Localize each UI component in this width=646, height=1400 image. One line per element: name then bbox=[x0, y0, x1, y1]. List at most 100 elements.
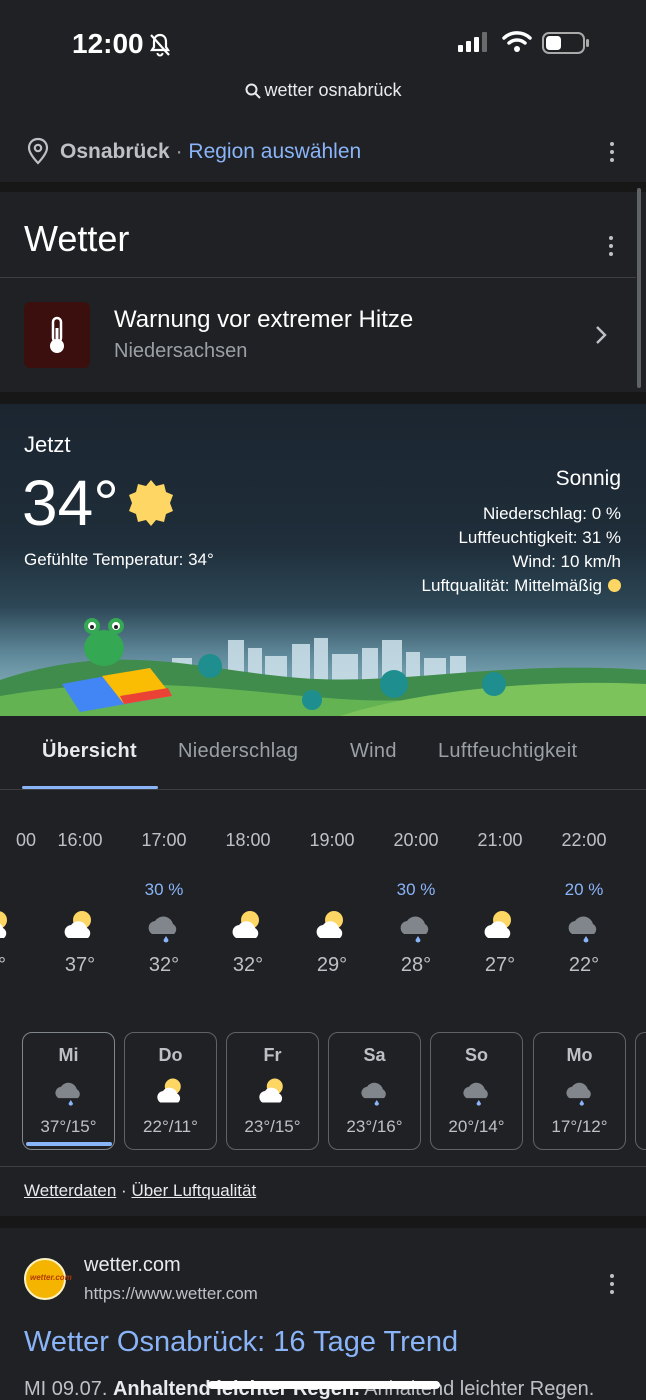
status-bar: 12:00 bbox=[0, 0, 646, 80]
search-query-bar[interactable]: wetter osnabrück bbox=[0, 80, 646, 101]
day-name: Do bbox=[158, 1045, 183, 1065]
section-divider bbox=[0, 1216, 646, 1228]
partly-sunny-icon bbox=[0, 911, 7, 938]
hour-temp: 28° bbox=[400, 954, 432, 976]
hour-temp: 29° bbox=[316, 954, 348, 976]
partly-sunny-icon bbox=[157, 1078, 181, 1103]
partly-sunny-icon bbox=[316, 911, 343, 938]
day-card-so[interactable]: So 20°/14° bbox=[430, 1032, 523, 1150]
day-name: Fr bbox=[263, 1045, 282, 1065]
hour-time: 18:00 bbox=[225, 830, 271, 850]
select-region-link[interactable]: Region auswählen bbox=[188, 140, 361, 163]
selected-day-indicator bbox=[26, 1142, 112, 1146]
day-card-mi[interactable]: Mi 37°/15° bbox=[22, 1032, 115, 1150]
air-quality-dot-icon bbox=[608, 579, 621, 592]
day-card-fr[interactable]: Fr 23°/15° bbox=[226, 1032, 319, 1150]
wifi-icon bbox=[502, 31, 532, 52]
air-quality-link[interactable]: Über Luftqualität bbox=[131, 1181, 256, 1200]
tab-humidity[interactable]: Luftfeuchtigkeit bbox=[438, 740, 577, 763]
rain-cloud-icon bbox=[148, 916, 177, 943]
warning-thumbnail bbox=[24, 302, 90, 368]
weather-illustration bbox=[0, 618, 646, 716]
hour-time: 21:00 bbox=[477, 830, 523, 850]
thermometer-icon bbox=[50, 316, 64, 353]
rain-cloud-icon bbox=[55, 1082, 80, 1106]
bell-off-icon bbox=[149, 33, 171, 57]
hour-temp: 22° bbox=[568, 954, 600, 976]
tab-overview[interactable]: Übersicht bbox=[42, 740, 137, 763]
divider bbox=[0, 277, 636, 278]
hour-temp: 32° bbox=[232, 954, 264, 976]
current-temperature: 34° bbox=[22, 467, 119, 539]
hour-time: 20:00 bbox=[393, 830, 439, 850]
partly-sunny-icon bbox=[259, 1078, 283, 1103]
tab-precipitation[interactable]: Niederschlag bbox=[178, 740, 298, 763]
day-name: So bbox=[464, 1045, 488, 1065]
location-separator: · bbox=[175, 140, 183, 163]
humidity-now: Luftfeuchtigkeit: 31 % bbox=[458, 528, 621, 547]
day-card-mo[interactable]: Mo 17°/12° bbox=[533, 1032, 626, 1150]
weather-more-icon[interactable] bbox=[609, 236, 615, 260]
hour-time: 16:00 bbox=[57, 830, 103, 850]
rain-cloud-icon bbox=[463, 1082, 488, 1106]
tab-wind[interactable]: Wind bbox=[350, 740, 397, 763]
hour-time: 19:00 bbox=[309, 830, 355, 850]
site-logo: wetter.com bbox=[24, 1258, 72, 1300]
status-time: 12:00 bbox=[72, 28, 144, 59]
hour-precip: 20 % bbox=[564, 880, 604, 899]
rain-cloud-icon bbox=[568, 916, 597, 943]
day-temps: 20°/14° bbox=[448, 1117, 505, 1136]
warning-title: Warnung vor extremer Hitze bbox=[114, 306, 414, 333]
day-temps: 17°/12° bbox=[551, 1117, 608, 1136]
hour-temp: 3° bbox=[0, 954, 6, 976]
day-card-partial[interactable] bbox=[635, 1032, 646, 1150]
warning-region: Niedersachsen bbox=[114, 340, 248, 362]
result-site-name[interactable]: wetter.com bbox=[84, 1254, 181, 1277]
day-card-sa[interactable]: Sa 23°/16° bbox=[328, 1032, 421, 1150]
result-more-icon[interactable] bbox=[610, 1274, 616, 1298]
chevron-right-icon bbox=[596, 326, 607, 344]
result-title-link[interactable]: Wetter Osnabrück: 16 Tage Trend bbox=[24, 1326, 458, 1359]
day-card-do[interactable]: Do 22°/11° bbox=[124, 1032, 217, 1150]
active-tab-indicator bbox=[22, 786, 158, 789]
day-temps: 37°/15° bbox=[40, 1117, 97, 1136]
scrollbar[interactable] bbox=[637, 188, 641, 388]
weather-data-link[interactable]: Wetterdaten bbox=[24, 1181, 116, 1200]
snippet-date: MI 09.07. bbox=[24, 1378, 108, 1400]
feels-like: Gefühlte Temperatur: 34° bbox=[24, 550, 214, 569]
location-pin-icon bbox=[27, 137, 49, 165]
hour-time: 17:00 bbox=[141, 830, 187, 850]
search-query-text: wetter osnabrück bbox=[264, 80, 402, 100]
section-divider bbox=[0, 392, 646, 404]
battery-icon bbox=[542, 32, 589, 54]
result-url[interactable]: https://www.wetter.com bbox=[84, 1284, 258, 1304]
hour-temp: 32° bbox=[148, 954, 180, 976]
day-temps: 23°/15° bbox=[244, 1117, 301, 1136]
day-name: Mo bbox=[566, 1045, 593, 1065]
weather-footer-links: Wetterdaten · Über Luftqualität bbox=[24, 1181, 256, 1201]
hour-time: 00 bbox=[15, 830, 36, 850]
now-label: Jetzt bbox=[24, 432, 71, 457]
weather-tabs: Übersicht Niederschlag Wind Luftfeuchtig… bbox=[0, 716, 646, 790]
hour-precip: 30 % bbox=[396, 880, 436, 899]
site-logo-text: wetter.com bbox=[30, 1273, 72, 1282]
links-separator: · bbox=[121, 1181, 127, 1200]
precipitation-now: Niederschlag: 0 % bbox=[483, 504, 621, 523]
weather-details: Niederschlag: 0 % Luftfeuchtigkeit: 31 %… bbox=[422, 502, 621, 598]
day-name: Mi bbox=[58, 1045, 79, 1065]
partly-sunny-icon bbox=[484, 911, 511, 938]
day-name: Sa bbox=[363, 1045, 386, 1065]
rain-cloud-icon bbox=[361, 1082, 386, 1106]
divider bbox=[0, 1166, 646, 1167]
location-city: Osnabrück bbox=[60, 140, 170, 163]
hour-temp: 27° bbox=[484, 954, 516, 976]
sun-icon bbox=[129, 480, 173, 526]
weather-card-title: Wetter bbox=[24, 218, 130, 259]
signal-icon bbox=[458, 32, 487, 52]
partly-sunny-icon bbox=[232, 911, 259, 938]
location-more-icon[interactable] bbox=[610, 142, 616, 166]
home-indicator[interactable] bbox=[208, 1381, 440, 1389]
rain-cloud-icon bbox=[400, 916, 429, 943]
current-weather-panel: Jetzt 34° Gefühlte Temperatur: 34° Sonni… bbox=[0, 404, 646, 716]
air-quality-now: Luftqualität: Mittelmäßig bbox=[421, 576, 602, 595]
